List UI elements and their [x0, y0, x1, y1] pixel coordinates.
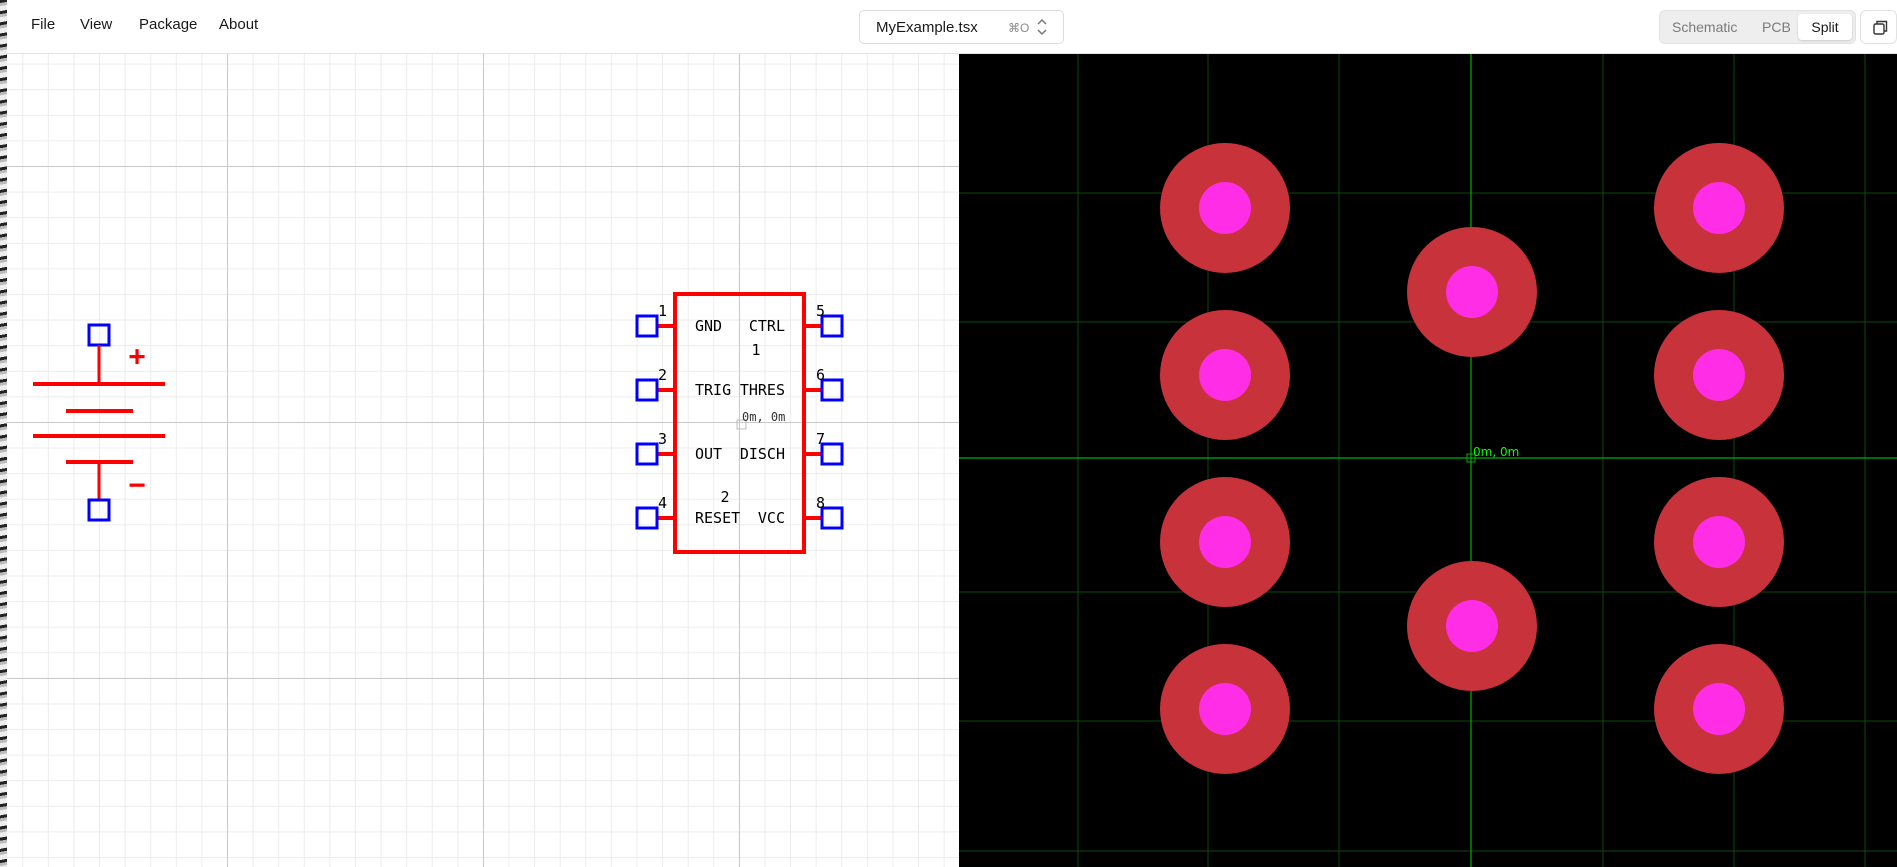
pin-number-5: 5 — [816, 302, 825, 320]
pin-label-ctrl: CTRL — [749, 317, 785, 335]
pin-number-8: 8 — [816, 494, 825, 512]
chip-port-4[interactable] — [635, 506, 659, 530]
chip-side-label-2: 2 — [720, 488, 729, 506]
copy-icon — [1873, 20, 1888, 35]
battery-port-bottom[interactable] — [87, 498, 111, 522]
pin-number-6: 6 — [816, 366, 825, 384]
pin-number-3: 3 — [658, 430, 667, 448]
chip-side-label-1: 1 — [751, 341, 760, 359]
pin-label-thres: THRES — [740, 381, 785, 399]
pin-label-trig: TRIG — [695, 381, 731, 399]
chip-port-3[interactable] — [635, 442, 659, 466]
pin-label-vcc: VCC — [758, 509, 785, 527]
chip-symbol[interactable]: 1 2 3 4 5 6 7 8 GND TRIG OUT RESET CTRL … — [635, 292, 844, 554]
tab-split[interactable]: Split — [1798, 14, 1852, 40]
file-select[interactable]: MyExample.tsx ⌘O — [859, 10, 1064, 44]
pin-label-disch: DISCH — [740, 445, 785, 463]
top-toolbar: File View Package About MyExample.tsx ⌘O… — [7, 0, 1897, 54]
battery-minus-label: − — [129, 468, 146, 501]
popout-button[interactable] — [1860, 10, 1897, 44]
pcb-pad[interactable] — [1160, 644, 1290, 774]
pcb-pad[interactable] — [1407, 561, 1537, 691]
pcb-pad[interactable] — [1654, 143, 1784, 273]
battery-plus-label: + — [129, 339, 146, 372]
pcb-canvas[interactable]: 0m, 0m — [959, 54, 1897, 867]
chip-port-2[interactable] — [635, 378, 659, 402]
menu-file[interactable]: File — [31, 16, 55, 33]
tab-split-label: Split — [1811, 19, 1839, 35]
menu-view[interactable]: View — [80, 16, 112, 33]
chip-port-1[interactable] — [635, 314, 659, 338]
window-edge-strip — [0, 0, 7, 867]
pcb-pad[interactable] — [1654, 310, 1784, 440]
view-mode-toggle: Schematic PCB Split — [1659, 10, 1856, 44]
menu-about[interactable]: About — [219, 16, 258, 33]
tab-schematic[interactable]: Schematic — [1672, 19, 1737, 35]
pcb-pad[interactable] — [1160, 477, 1290, 607]
open-shortcut-hint: ⌘O — [1008, 21, 1030, 35]
pin-label-out: OUT — [695, 445, 722, 463]
pcb-pad[interactable] — [1160, 143, 1290, 273]
pin-number-4: 4 — [658, 494, 667, 512]
chevron-up-down-icon — [1037, 18, 1047, 36]
schematic-canvas[interactable]: + − 1 2 3 4 5 6 7 8 GND TRIG OUT RESET C… — [7, 54, 959, 867]
tab-pcb[interactable]: PCB — [1762, 19, 1791, 35]
menu-package[interactable]: Package — [139, 16, 197, 33]
battery-port-top[interactable] — [87, 323, 111, 347]
pin-label-reset: RESET — [695, 509, 740, 527]
file-name: MyExample.tsx — [876, 19, 978, 36]
pcb-pad[interactable] — [1160, 310, 1290, 440]
pin-number-1: 1 — [658, 302, 667, 320]
pcb-pad[interactable] — [1654, 644, 1784, 774]
pin-number-7: 7 — [816, 430, 825, 448]
pcb-pad[interactable] — [1654, 477, 1784, 607]
battery-symbol[interactable]: + − — [33, 323, 165, 522]
pcb-pad[interactable] — [1407, 227, 1537, 357]
pin-label-gnd: GND — [695, 317, 722, 335]
pcb-origin-label: 0m, 0m — [1473, 445, 1519, 459]
schematic-origin-label: 0m, 0m — [742, 410, 785, 424]
pin-number-2: 2 — [658, 366, 667, 384]
